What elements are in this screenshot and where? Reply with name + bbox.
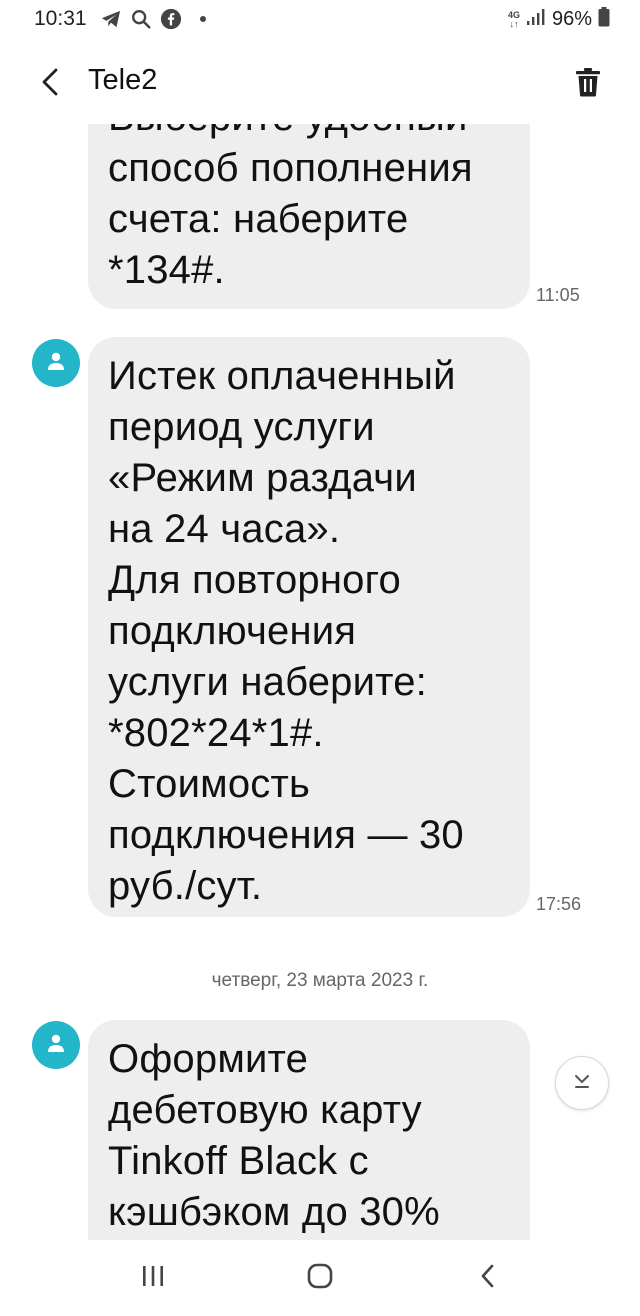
system-icons: 4G ↓↑ 96% xyxy=(508,7,610,32)
message-bubble[interactable]: Выберите удобный способ пополнения счета… xyxy=(88,124,530,309)
delete-button[interactable] xyxy=(566,62,610,106)
recents-icon xyxy=(140,1264,166,1293)
message-text: Истек оплаченный период услуги «Режим ра… xyxy=(108,354,464,908)
trash-icon xyxy=(575,67,601,102)
navigation-bar xyxy=(0,1240,640,1316)
person-icon xyxy=(45,1032,67,1059)
message-time: 11:05 xyxy=(536,285,580,305)
network-type: 4G ↓↑ xyxy=(507,9,520,29)
status-bar: 10:31 4G ↓↑ 96% xyxy=(0,0,640,40)
message-time: 17:56 xyxy=(536,894,582,914)
person-icon xyxy=(45,350,67,377)
dot-icon xyxy=(200,16,206,22)
message-text: Оформите дебетовую карту Tinkoff Black с… xyxy=(108,1037,440,1234)
status-time: 10:31 xyxy=(34,7,87,30)
recents-button[interactable] xyxy=(123,1254,183,1302)
message-bubble[interactable]: Оформите дебетовую карту Tinkoff Black с… xyxy=(88,1020,530,1240)
facebook-icon xyxy=(160,8,182,30)
home-icon xyxy=(306,1262,334,1295)
back-icon xyxy=(478,1262,498,1295)
back-arrow-icon xyxy=(38,67,62,102)
battery-percent: 96% xyxy=(551,8,592,30)
scroll-down-icon xyxy=(571,1070,593,1097)
avatar[interactable] xyxy=(32,1021,80,1069)
notification-icons xyxy=(100,8,206,30)
date-separator: четверг, 23 марта 2023 г. xyxy=(211,970,429,991)
message-text: Выберите удобный способ пополнения счета… xyxy=(108,124,473,292)
message-bubble[interactable]: Истек оплаченный период услуги «Режим ра… xyxy=(88,337,530,917)
message-list[interactable]: Выберите удобный способ пополнения счета… xyxy=(0,124,640,1240)
conversation-title: Tele2 xyxy=(88,64,158,96)
nav-back-button[interactable] xyxy=(458,1254,518,1302)
back-button[interactable] xyxy=(28,62,72,106)
signal-icon xyxy=(526,8,546,31)
search-icon xyxy=(130,8,152,30)
battery-icon xyxy=(598,7,610,32)
scroll-down-button[interactable] xyxy=(555,1056,609,1110)
home-button[interactable] xyxy=(290,1254,350,1302)
telegram-icon xyxy=(100,9,122,29)
avatar[interactable] xyxy=(32,339,80,387)
app-bar: Tele2 xyxy=(0,40,640,124)
